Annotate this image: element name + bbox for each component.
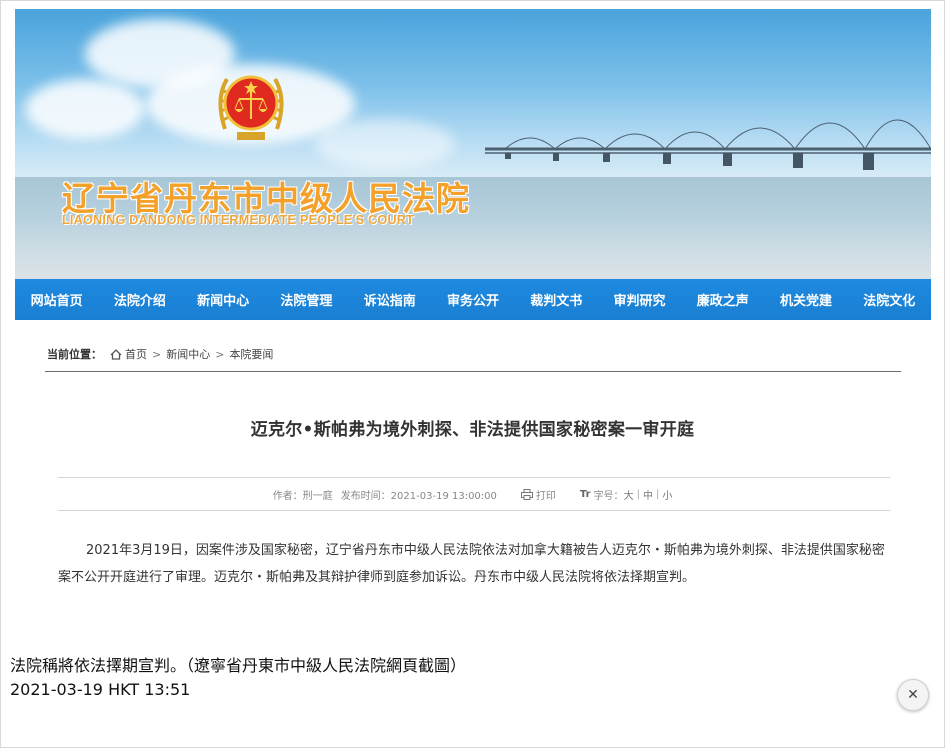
font-size-large[interactable]: 大 [624,487,634,502]
print-button[interactable]: 打印 [536,487,556,502]
caption-text: 法院稱將依法擇期宣判。（遼寧省丹東市中級人民法院網頁截圖） [10,656,467,675]
print-icon[interactable] [520,489,533,500]
article-publish-time: 发布时间：2021-03-19 13:00:00 [340,491,497,502]
font-size-label: 字号： [593,491,624,502]
article-author: 作者：刑一庭 [272,491,333,502]
font-size-small[interactable]: 小 [662,487,672,502]
breadcrumb-court-news[interactable]: 本院要闻 [229,346,273,362]
cloud [25,79,145,139]
nav-item-litigation-guide[interactable]: 诉讼指南 [348,290,431,309]
divider [45,371,901,372]
nav-item-judicial-openness[interactable]: 审务公开 [431,290,514,309]
nav-item-party-building[interactable]: 机关党建 [764,290,847,309]
main-navigation: 网站首页 法院介绍 新闻中心 法院管理 诉讼指南 审务公开 裁判文书 审判研究 … [15,279,931,320]
close-icon: ✕ [907,687,919,703]
breadcrumb-separator: > [215,347,225,361]
cloud [315,119,455,169]
nav-item-judgments[interactable]: 裁判文书 [515,290,598,309]
font-size-medium[interactable]: 中 [643,487,653,502]
nav-item-court-management[interactable]: 法院管理 [265,290,348,309]
caption-timestamp: 2021-03-19 HKT 13:51 [10,680,191,699]
court-emblem-icon [218,75,284,140]
nav-item-court-intro[interactable]: 法院介绍 [98,290,181,309]
river-shore [15,219,931,279]
breadcrumb-home[interactable]: 首页 [125,346,147,362]
breadcrumb-separator: > [152,347,162,361]
breadcrumb-label: 当前位置： [47,348,102,361]
nav-item-integrity[interactable]: 廉政之声 [681,290,764,309]
nav-item-trial-research[interactable]: 审判研究 [598,290,681,309]
court-title-english: LIAONING DANDONG INTERMEDIATE PEOPLE'S C… [62,213,415,227]
home-icon[interactable] [110,348,122,360]
bridge-illustration [485,119,931,170]
divider [58,477,890,478]
font-size-icon: Tr [579,489,591,500]
nav-item-court-culture[interactable]: 法院文化 [848,290,931,309]
close-button[interactable]: ✕ [897,679,929,711]
nav-item-home[interactable]: 网站首页 [15,290,98,309]
site-banner: 辽宁省丹东市中级人民法院 LIAONING DANDONG INTERMEDIA… [15,9,931,279]
divider [58,510,890,511]
image-caption: 法院稱將依法擇期宣判。（遼寧省丹東市中級人民法院網頁截圖） 2021-03-19… [10,654,466,702]
breadcrumb-news-center[interactable]: 新闻中心 [166,346,210,362]
article-title: 迈克尔•斯帕弗为境外刺探、非法提供国家秘密案一审开庭 [250,420,695,440]
article-meta: 作者：刑一庭 发布时间：2021-03-19 13:00:00 打印 Tr 字号… [272,487,673,502]
breadcrumb: 当前位置： 首页 > 新闻中心 > 本院要闻 [47,346,273,362]
article-body: 2021年3月19日，因案件涉及国家秘密，辽宁省丹东市中级人民法院依法对加拿大籍… [58,543,885,585]
nav-item-news-center[interactable]: 新闻中心 [182,290,265,309]
